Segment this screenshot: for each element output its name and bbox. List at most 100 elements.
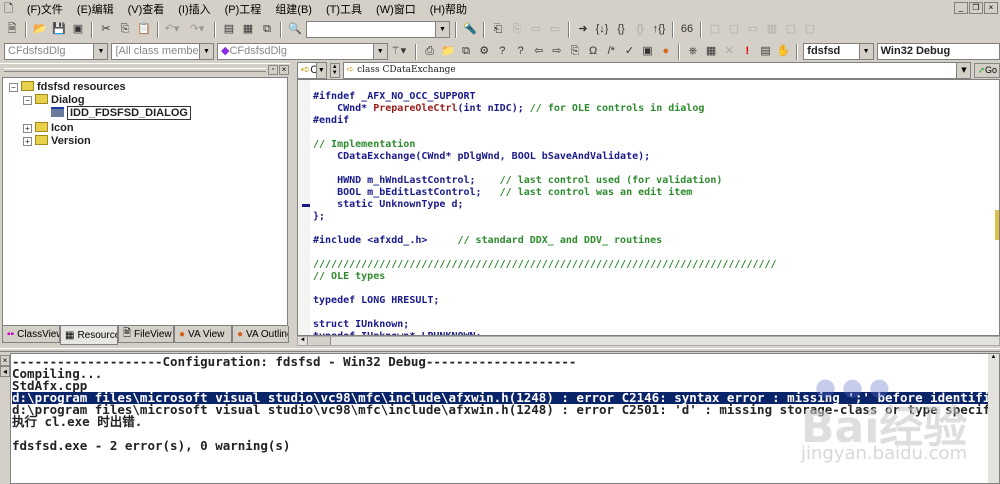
go-icon[interactable]: ▤ bbox=[758, 44, 773, 59]
tab-vaview[interactable]: ● VA View bbox=[174, 326, 232, 343]
chevron-down-icon[interactable]: ▼ bbox=[372, 44, 387, 59]
copy-icon[interactable]: ⎘ bbox=[117, 22, 133, 37]
config-combo[interactable]: Win32 Debug bbox=[876, 43, 1000, 60]
registers-icon[interactable]: ▭ bbox=[745, 22, 761, 37]
tab-vaoutline[interactable]: ● VA Outline bbox=[232, 326, 289, 343]
scope-combo[interactable]: ➪C ▼ bbox=[297, 62, 327, 79]
menu-project[interactable]: (P)工程 bbox=[225, 1, 262, 17]
build2-icon[interactable]: ▦ bbox=[704, 44, 719, 59]
step-into-icon[interactable]: {↓} bbox=[594, 22, 610, 37]
chevron-down-icon[interactable]: ▼ bbox=[435, 22, 449, 37]
tab-classview[interactable]: ▪▪ ClassView bbox=[2, 326, 60, 343]
watch-icon[interactable]: ▢ bbox=[707, 22, 723, 37]
disassembly-icon[interactable]: ▢ bbox=[802, 22, 818, 37]
tree-version[interactable]: + Version bbox=[23, 135, 91, 147]
window-list-icon[interactable]: ⧉ bbox=[259, 22, 275, 37]
va-icon-2[interactable]: 📁 bbox=[440, 44, 455, 59]
output-window[interactable]: --------------------Configuration: fdsfs… bbox=[10, 353, 1000, 484]
menu-insert[interactable]: (I)插入 bbox=[178, 1, 210, 17]
minimize-button[interactable]: _ bbox=[954, 2, 968, 14]
symbol-combo[interactable]: ➪ class CDataExchange ▼ bbox=[342, 62, 972, 79]
va-icon-3[interactable]: ⧉ bbox=[458, 44, 473, 59]
workspace-gripper[interactable] bbox=[4, 68, 266, 72]
chevron-down-icon[interactable]: ▼ bbox=[93, 44, 108, 59]
tab-fileview[interactable]: 🗎 FileView bbox=[118, 326, 174, 343]
stop-build-icon[interactable]: ▭ bbox=[528, 22, 544, 37]
compile2-icon[interactable]: ⎈ bbox=[685, 44, 700, 59]
chevron-down-icon[interactable]: ▼ bbox=[199, 44, 214, 59]
class-combo[interactable]: CFdsfsdDlg ▼ bbox=[4, 43, 109, 60]
output-splitter[interactable] bbox=[0, 348, 1000, 352]
tree-dialog-item[interactable]: IDD_FDSFSD_DIALOG bbox=[51, 106, 191, 120]
save-all-icon[interactable]: ▣ bbox=[70, 22, 86, 37]
members-combo[interactable]: [All class members] ▼ bbox=[111, 43, 215, 60]
chevron-down-icon[interactable]: ▼ bbox=[858, 44, 873, 59]
va-icon-7[interactable]: ⎘ bbox=[567, 44, 582, 59]
quickwatch-icon[interactable]: 66 bbox=[679, 22, 695, 37]
paste-icon[interactable]: 📋 bbox=[136, 22, 152, 37]
call-stack-icon[interactable]: ▢ bbox=[783, 22, 799, 37]
va-icon-6[interactable]: ? bbox=[513, 44, 528, 59]
forward-icon[interactable]: ⇨ bbox=[549, 44, 564, 59]
go-button[interactable]: ➚Go bbox=[974, 63, 1000, 78]
new-file-icon[interactable]: 🗎 bbox=[4, 22, 20, 37]
va-icon-4[interactable]: ⚙ bbox=[477, 44, 492, 59]
workspace-icon[interactable]: ▤ bbox=[221, 22, 237, 37]
find-combo[interactable]: ▼ bbox=[306, 21, 450, 38]
menu-help[interactable]: (H)帮助 bbox=[430, 1, 467, 17]
compile-icon[interactable]: ⎗ bbox=[490, 22, 506, 37]
scroll-up-icon[interactable]: ▲ bbox=[988, 354, 999, 360]
cut-icon[interactable]: ✂ bbox=[98, 22, 114, 37]
code-editor[interactable]: #ifndef _AFX_NO_OCC_SUPPORT CWnd* Prepar… bbox=[297, 79, 1000, 336]
close-pane-button[interactable]: × bbox=[279, 65, 289, 75]
tree-icon[interactable]: + Icon bbox=[23, 122, 74, 134]
tree-root[interactable]: − fdsfsd resources bbox=[9, 81, 126, 93]
variables-icon[interactable]: ▢ bbox=[726, 22, 742, 37]
scroll-indicator[interactable] bbox=[995, 210, 999, 240]
va-icon-9[interactable]: ▣ bbox=[640, 44, 655, 59]
output-line[interactable]: --------------------Configuration: fdsfs… bbox=[12, 355, 990, 368]
back-icon[interactable]: ⇦ bbox=[531, 44, 546, 59]
breakpoint-hand-icon[interactable]: ✋ bbox=[776, 44, 791, 59]
open-icon[interactable]: 📂 bbox=[32, 22, 48, 37]
menu-tools[interactable]: (T)工具 bbox=[326, 1, 362, 17]
project-combo[interactable]: fdsfsd ▼ bbox=[803, 43, 874, 60]
va-icon-10[interactable]: ● bbox=[658, 44, 673, 59]
va-icon-8[interactable]: Ω bbox=[586, 44, 601, 59]
menu-window[interactable]: (W)窗口 bbox=[376, 1, 416, 17]
tree-dialog[interactable]: − Dialog bbox=[23, 94, 85, 106]
tab-resourceview[interactable]: ▦ResourceView bbox=[60, 326, 118, 345]
function-combo[interactable]: ◆CFdsfsdDlg ▼ bbox=[217, 43, 388, 60]
find-icon[interactable]: 🔦 bbox=[462, 22, 478, 37]
memory-icon[interactable]: ▥ bbox=[764, 22, 780, 37]
minimize-pane-button[interactable]: ▫ bbox=[268, 65, 278, 75]
scope-spinner[interactable]: ▲ ▼ bbox=[329, 63, 340, 78]
redo-icon[interactable]: ↷▾ bbox=[189, 22, 205, 37]
run-to-cursor-icon[interactable]: ➜ bbox=[575, 22, 591, 37]
undo-icon[interactable]: ↶▾ bbox=[164, 22, 180, 37]
restore-button[interactable]: ❐ bbox=[969, 2, 983, 14]
step-over-icon[interactable]: {} bbox=[613, 22, 629, 37]
save-icon[interactable]: 💾 bbox=[51, 22, 67, 37]
execute-icon[interactable]: ▭ bbox=[547, 22, 563, 37]
scroll-left-icon[interactable]: ◄ bbox=[298, 337, 308, 345]
menu-build[interactable]: 组建(B) bbox=[275, 1, 312, 17]
output-gripper[interactable]: ◂ bbox=[0, 366, 10, 377]
wizard-wand-icon[interactable]: ⚚▾ bbox=[391, 44, 406, 59]
close-output-button[interactable]: × bbox=[0, 355, 10, 366]
run-to-cursor2-icon[interactable]: ↑{} bbox=[651, 22, 667, 37]
spellcheck-icon[interactable]: ✓ bbox=[622, 44, 637, 59]
menu-file[interactable]: (F)文件 bbox=[27, 1, 63, 17]
menu-edit[interactable]: (E)编辑 bbox=[77, 1, 114, 17]
output-vscrollbar[interactable]: ▲ bbox=[988, 354, 999, 483]
stop-icon[interactable]: ✕ bbox=[722, 44, 737, 59]
menu-view[interactable]: (V)查看 bbox=[128, 1, 165, 17]
output-window-icon[interactable]: ▦ bbox=[240, 22, 256, 37]
comment-icon[interactable]: /* bbox=[604, 44, 619, 59]
va-icon-5[interactable]: ? bbox=[495, 44, 510, 59]
close-button[interactable]: × bbox=[984, 2, 998, 14]
editor-hscrollbar[interactable]: ◄ bbox=[297, 336, 1000, 346]
va-icon-1[interactable]: ⎙ bbox=[422, 44, 437, 59]
step-out-icon[interactable]: {} bbox=[632, 22, 648, 37]
execute-exclamation-icon[interactable]: ! bbox=[740, 44, 755, 59]
